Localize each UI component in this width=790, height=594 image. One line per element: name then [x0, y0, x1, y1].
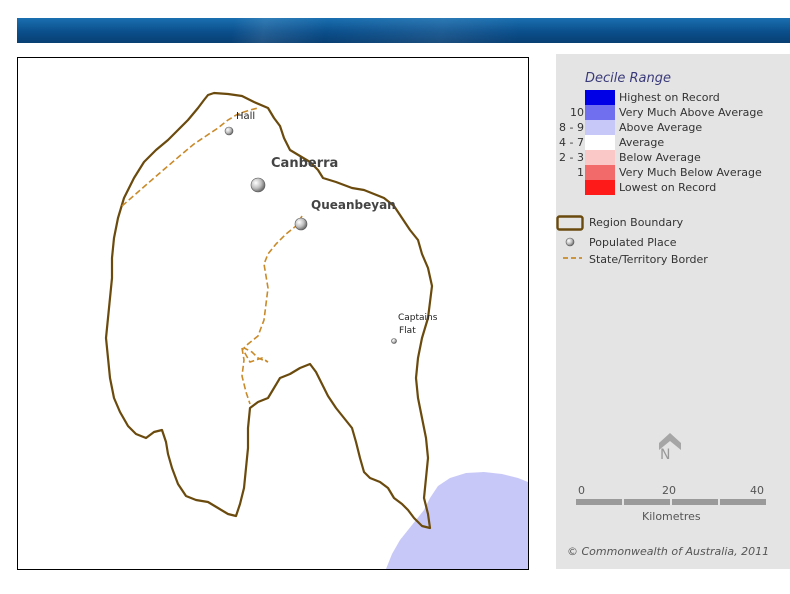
scale-segment	[672, 499, 718, 505]
state-border-icon	[563, 257, 582, 259]
queanbeyan-label: Queanbeyan	[311, 198, 396, 212]
swatch-very-much-below	[585, 165, 615, 180]
populated-place-icon	[565, 237, 575, 247]
queanbeyan-marker[interactable]	[294, 217, 308, 231]
scale-segment	[624, 499, 670, 505]
scale-tick-0: 0	[578, 484, 585, 497]
canberra-marker[interactable]	[250, 177, 266, 193]
legend-row-very-much-above: 10 Very Much Above Average	[570, 105, 764, 120]
legend-row-average: 4 - 7 Average	[559, 135, 665, 150]
swatch-average	[585, 135, 615, 150]
captains-flat-label-1: Captains	[398, 313, 438, 323]
legend-row-very-much-below: 1 Very Much Below Average	[577, 165, 762, 180]
map-panel[interactable]: Hall Canberra Queanbeyan Captains Flat	[17, 57, 529, 570]
copyright: © Commonwealth of Australia, 2011	[567, 545, 770, 558]
scale-tick-40: 40	[750, 484, 764, 497]
legend-row-highest: Highest on Record	[556, 90, 790, 105]
legend-row-below: 2 - 3 Below Average	[559, 150, 701, 165]
legend-row-above: 8 - 9 Above Average	[559, 120, 703, 135]
region-boundary	[104, 91, 434, 530]
swatch-above	[585, 120, 615, 135]
canberra-label: Canberra	[271, 156, 338, 171]
swatch-very-much-above	[585, 105, 615, 120]
hall-label: Hall	[236, 111, 255, 122]
swatch-lowest	[585, 180, 615, 195]
captains-flat-marker[interactable]	[391, 338, 397, 344]
legend-region-boundary: Region Boundary	[556, 215, 790, 231]
scale-bar: 0 20 40 Kilometres	[576, 484, 768, 524]
legend-row-lowest: Lowest on Record	[556, 180, 790, 195]
hall-marker[interactable]	[224, 126, 234, 136]
header-banner	[17, 18, 790, 43]
scale-tick-20: 20	[662, 484, 676, 497]
captains-flat-label-2: Flat	[399, 326, 416, 336]
scale-unit: Kilometres	[642, 510, 701, 523]
state-border	[121, 107, 303, 405]
scale-segment	[576, 499, 622, 505]
swatch-highest	[585, 90, 615, 105]
legend-state-border: State/Territory Border	[556, 252, 790, 268]
scale-segment	[720, 499, 766, 505]
legend-populated-place: Populated Place	[556, 235, 790, 251]
swatch-below	[585, 150, 615, 165]
legend-panel: Decile Range Highest on Record 10 Very M…	[556, 54, 790, 569]
map-canvas: Hall Canberra Queanbeyan Captains Flat	[104, 91, 528, 569]
above-average-area	[386, 472, 528, 569]
legend-title: Decile Range	[585, 71, 671, 86]
north-label: N	[660, 447, 671, 463]
region-boundary-icon	[556, 215, 584, 231]
